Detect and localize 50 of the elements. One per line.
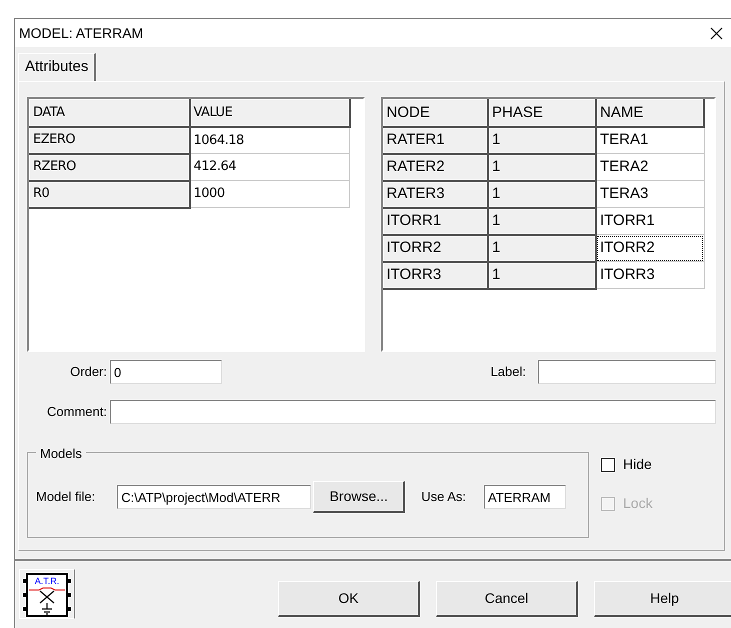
comment-field[interactable] <box>110 400 716 424</box>
model-file-field[interactable]: C:\ATP\project\Mod\ATERR <box>117 485 312 509</box>
dialog-button[interactable]: Cancel <box>436 581 578 617</box>
table-cell: 1 <box>488 234 596 262</box>
label-field[interactable] <box>538 360 716 384</box>
field-label: Label: <box>490 363 526 382</box>
table-cell[interactable]: 412.64 <box>190 154 350 180</box>
order-field[interactable]: 0 <box>110 360 222 384</box>
column-header: VALUE <box>190 100 350 126</box>
table-cell: ITORR2 <box>383 234 488 262</box>
field-label: Comment: <box>46 403 107 422</box>
table-cell: 1 <box>488 154 596 180</box>
table-cell: RATER3 <box>383 180 488 208</box>
table-cell[interactable]: 1000 <box>190 180 350 208</box>
field-label: Model file: <box>36 488 96 506</box>
checkbox-label: Hide <box>623 455 652 474</box>
tab[interactable]: Attributes <box>18 53 96 81</box>
table-cell: RATER1 <box>383 126 488 154</box>
table-cell: RATER2 <box>383 154 488 180</box>
table-cell: ITORR1 <box>383 208 488 234</box>
column-header: PHASE <box>488 100 596 126</box>
table-cell[interactable]: TERA1 <box>596 126 704 154</box>
table-cell: 1 <box>488 262 596 288</box>
window-title: MODEL: ATERRAM <box>19 24 144 42</box>
table-cell: 1 <box>488 126 596 154</box>
column-header: NODE <box>383 100 488 126</box>
table-cell[interactable]: 1064.18 <box>190 126 350 154</box>
component-icon: A.T.R. <box>19 569 75 619</box>
table-cell[interactable]: TERA2 <box>596 154 704 180</box>
column-header: NAME <box>596 100 704 126</box>
table-cell[interactable]: TERA3 <box>596 180 704 208</box>
field-label: Order: <box>69 363 107 382</box>
table-cell: RZERO <box>30 154 190 180</box>
checkbox-label: Lock <box>623 494 653 513</box>
use-as-field[interactable]: ATERRAM <box>484 485 566 509</box>
dialog-button[interactable]: OK <box>278 581 420 617</box>
close-icon[interactable] <box>710 26 723 40</box>
table-cell: 1 <box>488 208 596 234</box>
table-cell[interactable]: ITORR3 <box>596 262 704 288</box>
checkbox[interactable] <box>601 458 615 472</box>
dialog-button[interactable]: Help <box>594 581 731 617</box>
table-cell[interactable]: ITORR1 <box>596 208 704 234</box>
column-header: DATA <box>30 100 190 126</box>
browse-button[interactable]: Browse... <box>313 481 406 513</box>
table-cell[interactable]: ITORR2 <box>596 234 704 262</box>
table-cell: ITORR3 <box>383 262 488 288</box>
table-cell: EZERO <box>30 126 190 154</box>
table-cell: R0 <box>30 180 190 208</box>
table-cell: 1 <box>488 180 596 208</box>
field-label: Use As: <box>421 488 466 506</box>
